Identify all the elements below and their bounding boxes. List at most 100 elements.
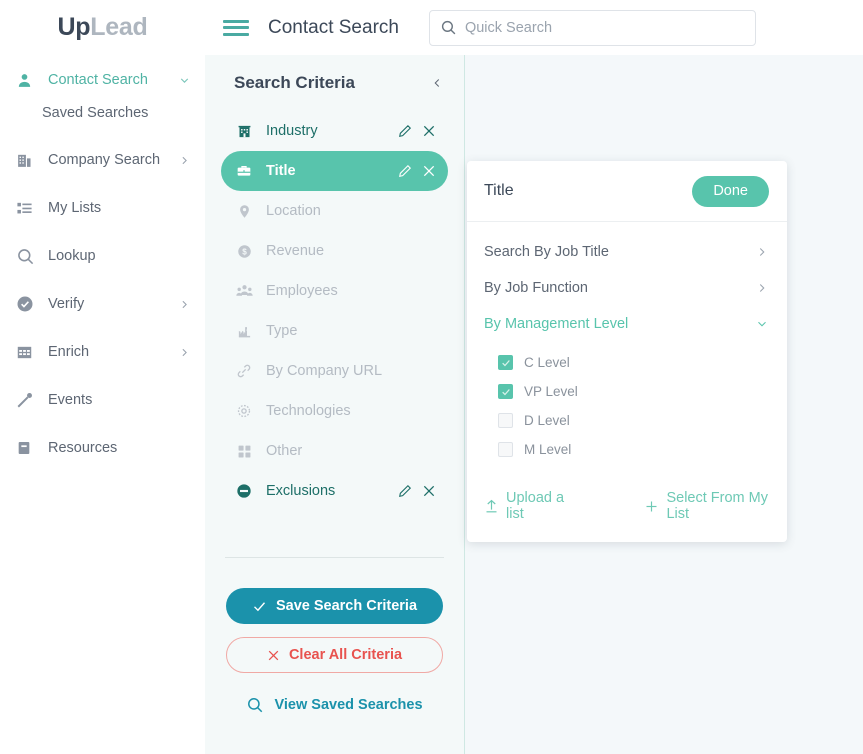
close-icon[interactable] (422, 484, 436, 498)
view-button-label: View Saved Searches (274, 697, 423, 713)
search-input[interactable] (464, 19, 745, 36)
criteria-row-type[interactable]: Type (221, 311, 448, 351)
chevron-left-icon[interactable] (430, 76, 444, 90)
criteria-header: Search Criteria (205, 55, 464, 105)
upload-a-list-link[interactable]: Upload a list (484, 490, 568, 522)
sidebar-nav: Contact Search Saved Searches Company Se… (0, 55, 205, 754)
search-icon (16, 246, 38, 266)
chevron-down-icon[interactable] (178, 74, 191, 87)
upload-link-label: Upload a list (506, 490, 565, 522)
checkbox-vp-level[interactable] (498, 384, 513, 399)
criteria-row-exclusions[interactable]: Exclusions (221, 471, 448, 511)
done-button[interactable]: Done (692, 175, 769, 207)
book-icon (16, 438, 38, 458)
chevron-right-icon[interactable] (178, 346, 191, 359)
close-icon[interactable] (422, 124, 436, 138)
logo-up: Up (57, 13, 91, 41)
chevron-right-icon (755, 245, 769, 259)
option-label: D Level (524, 413, 570, 428)
criteria-row-industry[interactable]: Industry (221, 111, 448, 151)
chevron-right-icon[interactable] (178, 154, 191, 167)
sidebar-item-events[interactable]: Events (0, 383, 205, 417)
criteria-row-employees[interactable]: Employees (221, 271, 448, 311)
pencil-icon[interactable] (398, 124, 412, 138)
title-popup: Title Done Search By Job Title By Job Fu… (467, 161, 787, 542)
search-input-wrapper[interactable] (428, 9, 756, 46)
microphone-icon (16, 390, 38, 410)
criteria-row-label: Title (266, 163, 296, 179)
dollar-circle-icon: $ (234, 244, 254, 259)
checkbox-d-level[interactable] (498, 413, 513, 428)
building-icon (16, 150, 38, 170)
option-label: M Level (524, 442, 572, 457)
sidebar-item-lookup[interactable]: Lookup (0, 239, 205, 273)
nav-spacer-2 (0, 177, 205, 191)
accordion-by-management-level[interactable]: By Management Level (484, 306, 769, 342)
search-icon (246, 696, 264, 714)
close-icon[interactable] (422, 164, 436, 178)
sidebar-item-saved-searches[interactable]: Saved Searches (0, 97, 205, 129)
option-d-level[interactable]: D Level (498, 406, 769, 435)
sidebar-item-company-search[interactable]: Company Search (0, 143, 205, 177)
sidebar-item-enrich[interactable]: Enrich (0, 335, 205, 369)
view-saved-searches-button[interactable]: View Saved Searches (226, 687, 443, 723)
option-m-level[interactable]: M Level (498, 435, 769, 464)
chevron-right-icon[interactable] (178, 298, 191, 311)
criteria-row-label: Revenue (266, 243, 325, 259)
check-icon (252, 599, 267, 614)
select-list-link-label: Select From My List (666, 490, 768, 522)
link-icon (234, 363, 254, 379)
page-title: Contact Search (268, 16, 399, 38)
sidebar-item-label: Contact Search (48, 72, 148, 88)
criteria-row-actions (398, 164, 436, 178)
hamburger-icon[interactable] (223, 18, 249, 38)
option-label: VP Level (524, 384, 578, 399)
plus-icon (644, 499, 659, 514)
criteria-row-label: Other (266, 443, 303, 459)
criteria-row-label: Exclusions (266, 483, 336, 499)
right-region: Contact Search Search Criteria (205, 0, 863, 754)
criteria-row-title[interactable]: Title (221, 151, 448, 191)
gear-icon (234, 403, 254, 419)
option-vp-level[interactable]: VP Level (498, 377, 769, 406)
save-search-criteria-button[interactable]: Save Search Criteria (226, 588, 443, 624)
checkbox-m-level[interactable] (498, 442, 513, 457)
select-from-my-list-link[interactable]: Select From My List (644, 490, 769, 522)
checkbox-c-level[interactable] (498, 355, 513, 370)
criteria-row-technologies[interactable]: Technologies (221, 391, 448, 431)
sidebar-item-verify[interactable]: Verify (0, 287, 205, 321)
criteria-row-company-url[interactable]: By Company URL (221, 351, 448, 391)
criteria-row-label: By Company URL (266, 363, 383, 379)
pencil-icon[interactable] (398, 164, 412, 178)
sidebar-item-resources[interactable]: Resources (0, 431, 205, 465)
title-popup-links: Upload a list Select From My List (484, 464, 769, 522)
criteria-row-actions (398, 484, 436, 498)
criteria-row-location[interactable]: Location (221, 191, 448, 231)
nav-spacer-1 (0, 129, 205, 143)
accordion-label: By Job Function (484, 280, 588, 296)
criteria-row-label: Technologies (266, 403, 351, 419)
criteria-row-revenue[interactable]: $ Revenue (221, 231, 448, 271)
svg-text:$: $ (242, 247, 247, 256)
sidebar-item-label: My Lists (48, 200, 102, 216)
clear-all-criteria-button[interactable]: Clear All Criteria (226, 637, 443, 673)
criteria-row-actions (398, 124, 436, 138)
clear-button-label: Clear All Criteria (288, 647, 403, 663)
criteria-row-label: Employees (266, 283, 338, 299)
user-icon (16, 70, 38, 90)
sidebar-item-contact-search[interactable]: Contact Search (0, 63, 205, 97)
option-c-level[interactable]: C Level (498, 348, 769, 377)
accordion-search-by-job-title[interactable]: Search By Job Title (484, 234, 769, 270)
grid-table-icon (16, 342, 38, 362)
sidebar-item-label: Resources (48, 440, 118, 456)
accordion-label: Search By Job Title (484, 244, 609, 260)
pencil-icon[interactable] (398, 484, 412, 498)
criteria-row-other[interactable]: Other (221, 431, 448, 471)
accordion-by-job-function[interactable]: By Job Function (484, 270, 769, 306)
criteria-row-label: Type (266, 323, 298, 339)
no-entry-icon (234, 483, 254, 499)
sidebar-item-label: Verify (48, 296, 85, 312)
sidebar-item-my-lists[interactable]: My Lists (0, 191, 205, 225)
sidebar-subitem-label: Saved Searches (42, 105, 149, 121)
logo[interactable]: UpLead (0, 0, 205, 55)
